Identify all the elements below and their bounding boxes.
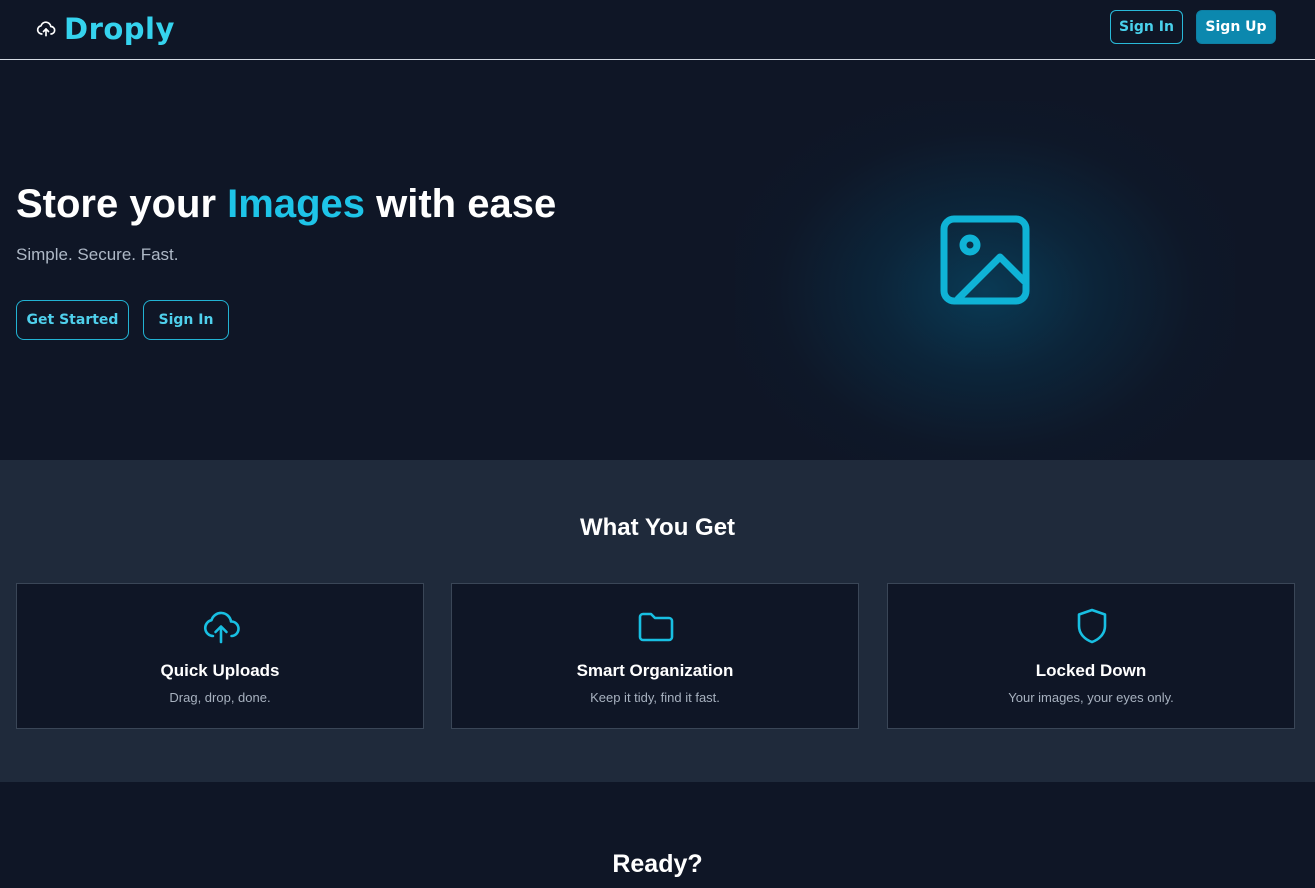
folder-icon (638, 612, 674, 642)
image-icon (940, 215, 1030, 305)
feature-card-smart-organization: Smart Organization Keep it tidy, find it… (451, 583, 859, 729)
get-started-button[interactable]: Get Started (16, 300, 129, 340)
top-navbar: Droply Sign In Sign Up (0, 0, 1315, 60)
hero-title: Store your Images with ease (16, 182, 557, 226)
features-title: What You Get (579, 514, 736, 541)
feature-card-quick-uploads: Quick Uploads Drag, drop, done. (16, 583, 424, 729)
hero-title-accent: Images (227, 182, 366, 226)
feature-title: Smart Organization (576, 661, 734, 680)
feature-title: Locked Down (1035, 661, 1147, 680)
features-section: What You Get Quick Uploads Drag, drop, d… (0, 460, 1315, 782)
feature-description: Your images, your eyes only. (1008, 690, 1174, 705)
hero-section: Store your Images with ease Simple. Secu… (0, 61, 1315, 460)
shield-icon (1077, 608, 1107, 644)
nav-signup-button[interactable]: Sign Up (1196, 10, 1276, 44)
cloud-upload-icon (36, 21, 56, 37)
feature-title: Quick Uploads (160, 661, 280, 680)
feature-description: Drag, drop, done. (169, 690, 271, 705)
cta-title: Ready? (612, 850, 703, 878)
feature-description: Keep it tidy, find it fast. (590, 690, 720, 705)
brand-name: Droply (64, 12, 175, 46)
brand-logo[interactable]: Droply (36, 10, 175, 48)
hero-signin-button[interactable]: Sign In (143, 300, 229, 340)
hero-subtitle: Simple. Secure. Fast. (16, 245, 179, 264)
cta-section: Ready? (0, 782, 1315, 888)
feature-card-locked-down: Locked Down Your images, your eyes only. (887, 583, 1295, 729)
cloud-upload-icon (203, 611, 240, 644)
nav-signin-button[interactable]: Sign In (1110, 10, 1183, 44)
